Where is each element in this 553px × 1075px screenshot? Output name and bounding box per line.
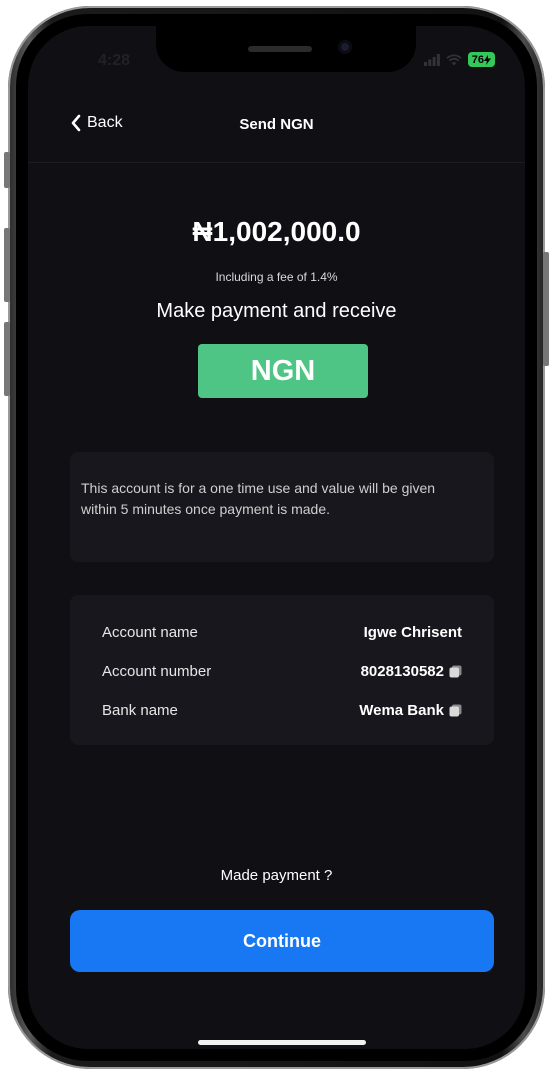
front-camera <box>338 40 352 54</box>
status-time: 4:28 <box>98 52 131 69</box>
notice-card: This account is for a one time use and v… <box>70 452 494 562</box>
account-name-value-wrap: Igwe Chrisent <box>364 624 462 641</box>
account-number-value: 8028130582 <box>360 662 444 680</box>
account-name-value: Igwe Chrisent <box>363 623 462 641</box>
payment-instruction: Make payment and receive <box>156 300 397 322</box>
bank-name-value-wrap: Wema Bank <box>359 702 462 719</box>
account-name-label: Account name <box>102 623 198 641</box>
volume-up-button <box>4 228 10 302</box>
charging-bolt-icon <box>484 54 491 65</box>
account-details-card: Account name Igwe Chrisent Account numbe… <box>70 595 494 745</box>
page-title: Send NGN <box>239 116 314 133</box>
account-name-row: Account name Igwe Chrisent <box>102 620 462 644</box>
notice-text: This account is for a one time use and v… <box>81 480 436 517</box>
payment-amount: ₦1,002,000.0 <box>192 216 361 247</box>
notch <box>156 26 416 72</box>
silent-switch <box>4 152 10 188</box>
speaker <box>248 46 312 52</box>
copy-icon[interactable] <box>449 665 462 678</box>
app-screen: 4:28 76 Back Send NGN ₦1,002,000.0 Inclu… <box>28 26 525 1049</box>
made-payment-prompt: Made payment ? <box>220 867 333 884</box>
bank-name-row: Bank name Wema Bank <box>102 698 462 722</box>
battery-level: 76 <box>471 53 484 66</box>
account-number-value-wrap: 8028130582 <box>361 663 462 680</box>
power-button <box>543 252 549 366</box>
home-indicator[interactable] <box>198 1040 366 1045</box>
copy-icon[interactable] <box>449 704 462 717</box>
volume-down-button <box>4 322 10 396</box>
account-number-row: Account number 8028130582 <box>102 659 462 683</box>
battery-charging-icon: 76 <box>467 52 495 67</box>
fee-note: Including a fee of 1.4% <box>215 270 338 284</box>
continue-button[interactable]: Continue <box>70 910 494 972</box>
currency-badge: NGN <box>198 344 368 398</box>
account-number-label: Account number <box>102 662 212 680</box>
bank-name-label: Bank name <box>102 701 178 719</box>
signal-icon <box>423 53 440 66</box>
status-icons: 76 <box>423 52 495 67</box>
bank-name-value: Wema Bank <box>359 701 444 719</box>
wifi-icon <box>446 53 462 65</box>
navigation-bar: Back Send NGN <box>28 112 525 163</box>
